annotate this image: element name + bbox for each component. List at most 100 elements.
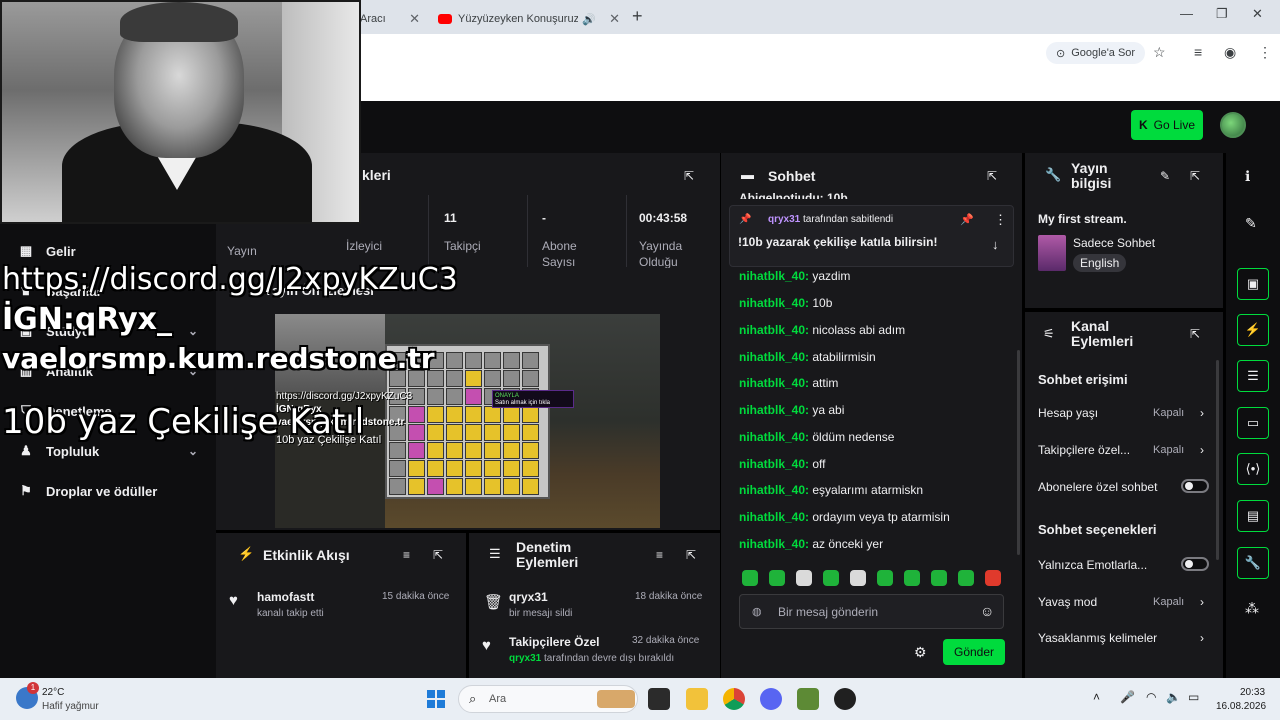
inventory-slot[interactable]	[522, 442, 539, 459]
emote-icon[interactable]	[877, 570, 893, 586]
expand-icon[interactable]: ↓	[992, 237, 999, 252]
sidebar-item-community[interactable]: ♟ Topluluk ⌄	[18, 443, 198, 459]
speaker-icon[interactable]: 🔊	[582, 13, 596, 26]
unpin-icon[interactable]: 📌	[960, 213, 974, 226]
inventory-slot[interactable]	[427, 460, 444, 477]
inventory-slot[interactable]	[389, 442, 406, 459]
close-icon[interactable]: ✕	[409, 11, 420, 27]
emoji-icon[interactable]: ☺	[980, 603, 994, 619]
chevron-right-icon[interactable]: ›	[1200, 406, 1204, 420]
mic-icon[interactable]: 🎤	[1120, 690, 1135, 704]
inventory-slot[interactable]	[503, 370, 520, 387]
chevron-right-icon[interactable]: ›	[1200, 631, 1204, 645]
emote-only-toggle[interactable]	[1181, 557, 1209, 571]
inventory-slot[interactable]	[465, 478, 482, 495]
inventory-slot[interactable]	[484, 424, 501, 441]
inventory-slot[interactable]	[484, 442, 501, 459]
popout-icon[interactable]: ⇱	[987, 169, 997, 183]
inventory-slot[interactable]	[465, 442, 482, 459]
chat-username[interactable]: nihatblk_40:	[739, 403, 809, 417]
inventory-slot[interactable]	[408, 460, 425, 477]
mod-action-user[interactable]: qryx31	[509, 590, 548, 604]
emote-icon[interactable]	[823, 570, 839, 586]
inventory-slot[interactable]	[446, 388, 463, 405]
chat-username[interactable]: nihatblk_40:	[739, 537, 809, 551]
popout-icon[interactable]: ⇱	[1190, 169, 1200, 183]
emote-icon[interactable]	[985, 570, 1001, 586]
sidebar-item-drops[interactable]: ⚑ Droplar ve ödüller	[18, 483, 198, 499]
browser-tab-active[interactable]: Yüzyüzeyken Konuşuruz - S 🔊 ✕	[430, 4, 630, 34]
emote-icon[interactable]	[931, 570, 947, 586]
quick-action-raid[interactable]: ⟨•⟩	[1237, 453, 1269, 485]
chat-username[interactable]: nihatblk_40:	[739, 483, 809, 497]
edit-icon[interactable]: ✎	[1245, 215, 1257, 232]
file-explorer-icon[interactable]	[686, 688, 708, 710]
inventory-slot[interactable]	[408, 478, 425, 495]
inventory-slot[interactable]	[465, 424, 482, 441]
inventory-slot[interactable]	[427, 406, 444, 423]
inventory-slot[interactable]	[427, 424, 444, 441]
inventory-slot[interactable]	[446, 406, 463, 423]
inventory-slot[interactable]	[427, 478, 444, 495]
wifi-icon[interactable]: ◠	[1146, 690, 1156, 704]
inventory-slot[interactable]	[465, 460, 482, 477]
extensions-icon[interactable]: ⁂	[1245, 600, 1259, 617]
inventory-slot[interactable]	[446, 424, 463, 441]
emote-icon[interactable]	[769, 570, 785, 586]
clock-time[interactable]: 20:33	[1240, 687, 1265, 698]
popout-icon[interactable]: ⇱	[684, 169, 694, 183]
inventory-slot[interactable]	[389, 478, 406, 495]
task-view-icon[interactable]	[648, 688, 670, 710]
pinned-by-user[interactable]: qryx31	[768, 214, 800, 225]
inventory-slot[interactable]	[446, 442, 463, 459]
gear-icon[interactable]: ⚙	[914, 644, 927, 661]
popout-icon[interactable]: ⇱	[433, 548, 443, 562]
inventory-slot[interactable]	[503, 460, 520, 477]
quick-action-ad[interactable]: ▤	[1237, 500, 1269, 532]
bits-icon[interactable]: ◍	[752, 605, 762, 618]
tag-chip[interactable]: English	[1073, 254, 1127, 272]
inventory-slot[interactable]	[408, 442, 425, 459]
inventory-slot[interactable]	[503, 442, 520, 459]
subscribers-only-toggle[interactable]	[1181, 479, 1209, 493]
inventory-slot[interactable]	[503, 424, 520, 441]
clock-date[interactable]: 16.08.2026	[1216, 701, 1266, 712]
popout-icon[interactable]: ⇱	[686, 548, 696, 562]
inventory-slot[interactable]	[522, 478, 539, 495]
emote-icon[interactable]	[958, 570, 974, 586]
avatar[interactable]	[1220, 112, 1246, 138]
chat-username[interactable]: nihatblk_40:	[739, 350, 809, 364]
inventory-slot[interactable]	[408, 424, 425, 441]
chat-username[interactable]: nihatblk_40:	[739, 376, 809, 390]
category-name[interactable]: Sadece Sohbet	[1073, 236, 1155, 250]
chevron-right-icon[interactable]: ›	[1200, 595, 1204, 609]
chat-scrollbar[interactable]	[1017, 350, 1020, 555]
close-window-icon[interactable]: ✕	[1252, 6, 1263, 22]
chat-username[interactable]: nihatblk_40:	[739, 510, 809, 524]
chevron-right-icon[interactable]: ›	[1200, 443, 1204, 457]
star-icon[interactable]: ☆	[1153, 44, 1166, 61]
inventory-slot[interactable]	[484, 370, 501, 387]
actions-scrollbar[interactable]	[1216, 360, 1219, 560]
inventory-slot[interactable]	[484, 460, 501, 477]
maximize-icon[interactable]: ❐	[1216, 6, 1228, 22]
inventory-slot[interactable]	[522, 460, 539, 477]
inventory-slot[interactable]	[465, 370, 482, 387]
emote-icon[interactable]	[742, 570, 758, 586]
chrome-icon[interactable]	[723, 688, 745, 710]
media-icon[interactable]: ≡	[1194, 44, 1202, 60]
mod-action-user[interactable]: qryx31	[509, 653, 541, 664]
inventory-slot[interactable]	[484, 406, 501, 423]
go-live-button[interactable]: K Go Live	[1131, 110, 1203, 140]
send-button[interactable]: Gönder	[943, 639, 1005, 665]
quick-action-clip[interactable]: ▣	[1237, 268, 1269, 300]
filter-icon[interactable]: ≡	[403, 548, 410, 562]
close-icon[interactable]: ✕	[609, 11, 620, 27]
inventory-slot[interactable]	[465, 352, 482, 369]
chat-username[interactable]: nihatblk_40:	[739, 269, 809, 283]
filter-icon[interactable]: ≡	[656, 548, 663, 562]
inventory-slot[interactable]	[446, 460, 463, 477]
volume-icon[interactable]: 🔈	[1166, 690, 1181, 704]
inventory-slot[interactable]	[465, 388, 482, 405]
inventory-slot[interactable]	[522, 424, 539, 441]
